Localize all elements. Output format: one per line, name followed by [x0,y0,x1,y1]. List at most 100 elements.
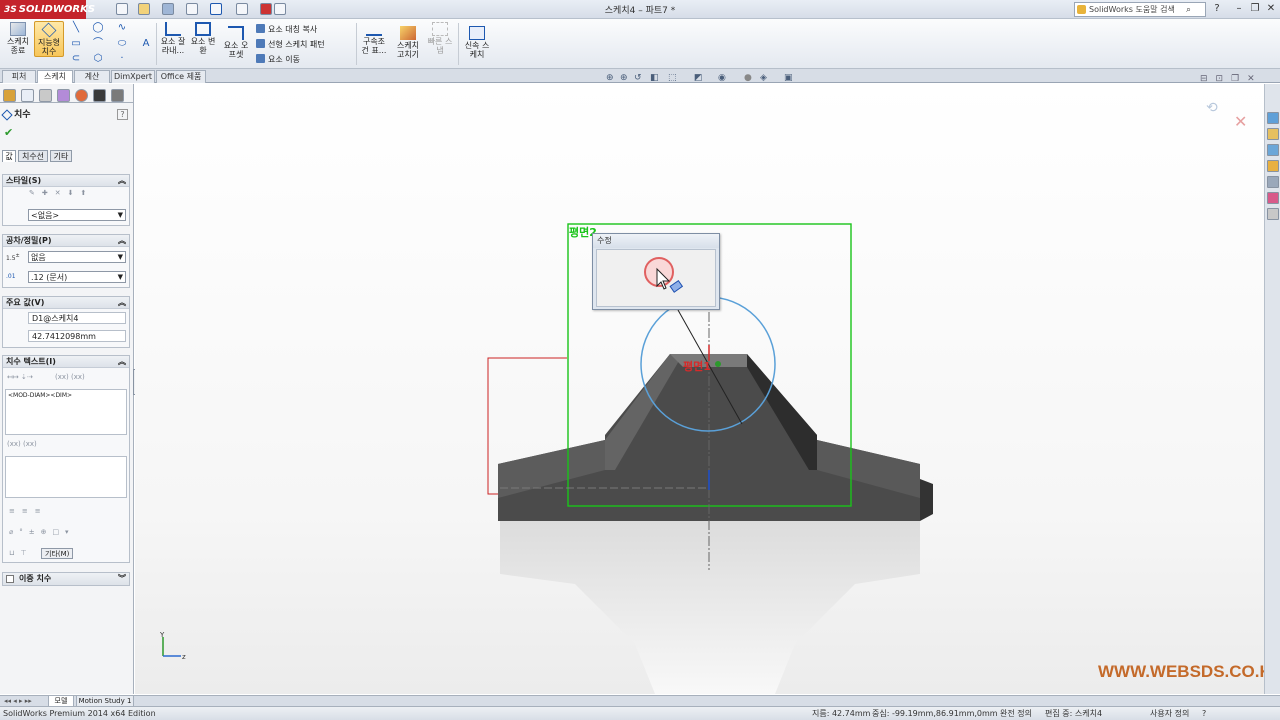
dimxpert-manager-icon[interactable] [57,89,70,102]
mirror-entities-button[interactable]: 요소 대칭 복사 [256,24,317,35]
spline-icon[interactable]: ∿ [116,22,128,34]
tab-dimxpert[interactable]: DimXpert [111,70,155,83]
dimension-text-field[interactable]: <MOD-DIAM><DIM> [5,389,127,435]
search-folder-icon[interactable] [1267,160,1279,172]
view-orientation-icon[interactable]: ⬚ [668,73,678,83]
more-symbols-button[interactable]: 기타(M) [41,548,74,559]
viewport-window-buttons[interactable]: ⊟⊡❐✕ [1200,74,1263,84]
custom-properties-icon[interactable] [1267,208,1279,220]
dimension-text-below-field[interactable] [5,456,127,498]
ok-checkmark-icon[interactable]: ✔ [4,126,13,139]
minimize-icon[interactable]: – [1232,3,1246,15]
help-search-input[interactable]: SolidWorks 도움말 검색 ⌕ [1074,2,1206,17]
appearances-icon[interactable] [1267,192,1279,204]
previous-view-icon[interactable]: ↺ [634,73,644,83]
dual-dimension-header[interactable]: 이중 치수 ︾ [3,573,129,585]
zoom-to-area-icon[interactable]: ⊕ [620,73,630,83]
tab-scroll-arrows[interactable]: ◂◂ ◂ ▸ ▸▸ [4,697,32,705]
circle-icon[interactable]: ◯ [92,22,104,34]
primary-value-group-header[interactable]: 주요 값(V) ︽ [3,297,129,309]
rebuild-icon[interactable] [260,3,272,15]
open-icon[interactable] [138,3,150,15]
solidworks-resources-icon[interactable] [1267,112,1279,124]
close-icon[interactable]: ✕ [1264,3,1278,15]
text-icon[interactable]: A [140,38,152,50]
property-manager-icon[interactable] [21,89,34,102]
apply-scene-icon[interactable]: ◈ [760,73,770,83]
restore-icon[interactable]: ❐ [1248,3,1262,15]
tolerance-group-header[interactable]: 공차/정밀(P) ︽ [3,235,129,247]
dimension-text-group-header[interactable]: 치수 텍스트(I) ︽ [3,356,129,368]
custom-units-status[interactable]: 사용자 정의 [1150,707,1189,720]
configuration-manager-icon[interactable] [39,89,52,102]
style-favorites-icons[interactable]: ✎✚✕⬇⬆ [29,189,93,197]
edit-appearance-icon[interactable]: ● [744,73,754,83]
offset-entities-button[interactable]: 요소 오 프셋 [222,25,250,59]
arc-icon[interactable]: ⌒ [92,38,104,50]
collapse-chevron-icon[interactable]: ︽ [118,297,126,309]
dimension-name-field[interactable]: D1@스케치4 [28,312,126,324]
collapse-chevron-icon[interactable]: ︽ [118,175,126,187]
view-palette-icon[interactable] [1267,176,1279,188]
dual-dimension-checkbox[interactable] [6,575,14,583]
rectangle-icon[interactable]: ▭ [70,38,82,50]
help-menu-button[interactable]: ? [1210,3,1224,15]
symbol-icons[interactable]: ⌀°±⊕□▾ [9,528,75,536]
line-icon[interactable]: ╲ [70,22,82,34]
graphics-viewport[interactable]: 평면2 평면1 z Y ⟲ ✕ 수정 WWW.WEBSDS.CO.KR [135,84,1280,694]
style-select[interactable]: <없음> ▼ [28,209,126,221]
display-relations-button[interactable]: 구속조 건 표... [360,21,388,55]
polygon-icon[interactable]: ⬡ [92,53,104,65]
search-icon[interactable]: ⌕ [1186,4,1191,17]
smart-dimension-button[interactable]: 지능형 치수 [34,21,64,57]
solidworks-logo[interactable]: 3S SOLIDWORKS [0,0,95,19]
tab-features[interactable]: 피처 [2,70,36,83]
display-style-icon[interactable]: ◩ [694,73,704,83]
unit-precision-select[interactable]: .12 (문서) ▼ [28,271,126,283]
save-icon[interactable] [162,3,174,15]
move-entities-button[interactable]: 요소 이동 [256,54,300,65]
feature-tree-icon[interactable] [3,89,16,102]
inspection-icons[interactable]: (xx) (xx) [7,440,37,448]
style-group-header[interactable]: 스타일(S) ︽ [3,175,129,187]
confirmation-corner-sketch-icon[interactable]: ⟲ [1206,100,1218,116]
tab-evaluate[interactable]: 계산 [74,70,110,83]
print-icon[interactable] [186,3,198,15]
convert-entities-button[interactable]: 요소 변 환 [190,21,216,55]
undo-icon[interactable] [210,3,222,15]
tolerance-type-select[interactable]: 없음 ▼ [28,251,126,263]
cam-manager-icon[interactable] [93,89,106,102]
repair-sketch-button[interactable]: 스케치 고치기 [394,25,422,59]
hide-show-items-icon[interactable]: ◉ [718,73,728,83]
section-view-icon[interactable]: ◧ [650,73,660,83]
more-symbol-icons[interactable]: ⊔⊤ [9,549,33,557]
collapse-chevron-icon[interactable]: ︽ [118,235,126,247]
subtab-other[interactable]: 기타 [50,150,72,162]
options-icon[interactable] [274,3,286,15]
exit-sketch-button[interactable]: 스케치 종료 [4,21,32,55]
new-document-icon[interactable] [116,3,128,15]
text-position-icons[interactable]: ↤↦ ⇣⇢ [7,373,33,381]
point-icon[interactable]: · [116,53,128,65]
status-bar-help[interactable]: ? [1202,707,1206,720]
modify-dialog[interactable]: 수정 [592,233,720,310]
design-library-icon[interactable] [1267,128,1279,140]
manager-options-icon[interactable] [111,89,124,102]
tab-office-products[interactable]: Office 제품 [156,70,206,83]
dimension-value-field[interactable]: 42.7412098mm [28,330,126,342]
select-icon[interactable] [236,3,248,15]
parentheses-icons[interactable]: (xx) (xx) [55,373,85,381]
ellipse-icon[interactable]: ⬭ [116,38,128,50]
subtab-value[interactable]: 값 [2,150,16,162]
linear-pattern-button[interactable]: 선형 스케치 패턴 [256,39,325,50]
slot-icon[interactable]: ⊂ [70,53,82,65]
trim-entities-button[interactable]: 요소 잘 라내... [160,21,186,55]
confirmation-corner-close-icon[interactable]: ✕ [1234,112,1247,131]
zoom-to-fit-icon[interactable]: ⊕ [606,73,616,83]
justification-icons[interactable]: ≡≡≡ [9,507,48,515]
quick-snaps-button[interactable]: 빠른 스 냅 [426,21,454,55]
display-manager-icon[interactable] [75,89,88,102]
subtab-leaders[interactable]: 치수선 [18,150,48,162]
expand-chevron-icon[interactable]: ︾ [118,573,126,585]
collapse-chevron-icon[interactable]: ︽ [118,356,126,368]
